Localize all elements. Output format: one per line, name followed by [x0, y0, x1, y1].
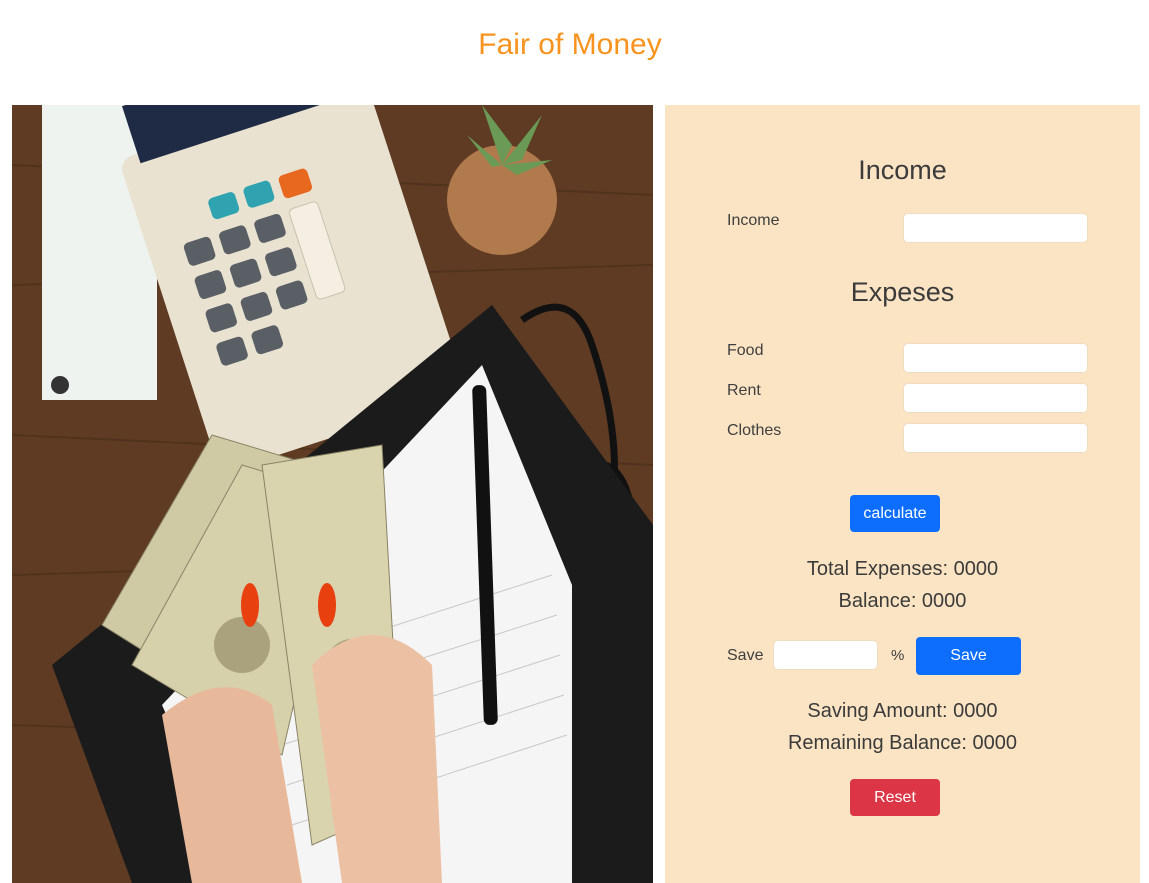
save-label: Save: [727, 647, 764, 664]
clothes-input[interactable]: [903, 423, 1088, 453]
hero-photo: [12, 105, 653, 883]
income-input[interactable]: [903, 213, 1088, 243]
save-percent-input[interactable]: [773, 640, 878, 670]
save-button[interactable]: Save: [916, 637, 1021, 675]
total-expenses-text: Total Expenses: 0000: [806, 558, 999, 580]
balance-text: Balance: 0000: [838, 590, 967, 612]
income-heading: Income: [858, 155, 947, 185]
saving-amount-text: Saving Amount: 0000: [807, 700, 998, 722]
rent-input[interactable]: [903, 383, 1088, 413]
remaining-balance-text: Remaining Balance: 0000: [787, 732, 1018, 754]
food-label: Food: [727, 342, 764, 359]
reset-button[interactable]: Reset: [850, 779, 940, 816]
food-input[interactable]: [903, 343, 1088, 373]
clothes-label: Clothes: [727, 422, 782, 439]
percent-sign: %: [891, 647, 905, 664]
page-title: Fair of Money: [478, 28, 662, 61]
expenses-heading: Expeses: [850, 277, 955, 307]
income-label: Income: [727, 212, 780, 229]
calculate-button[interactable]: calculate: [850, 495, 940, 532]
calculator-panel: Income Income Expeses Food Rent Clothes …: [665, 105, 1140, 883]
rent-label: Rent: [727, 382, 761, 399]
